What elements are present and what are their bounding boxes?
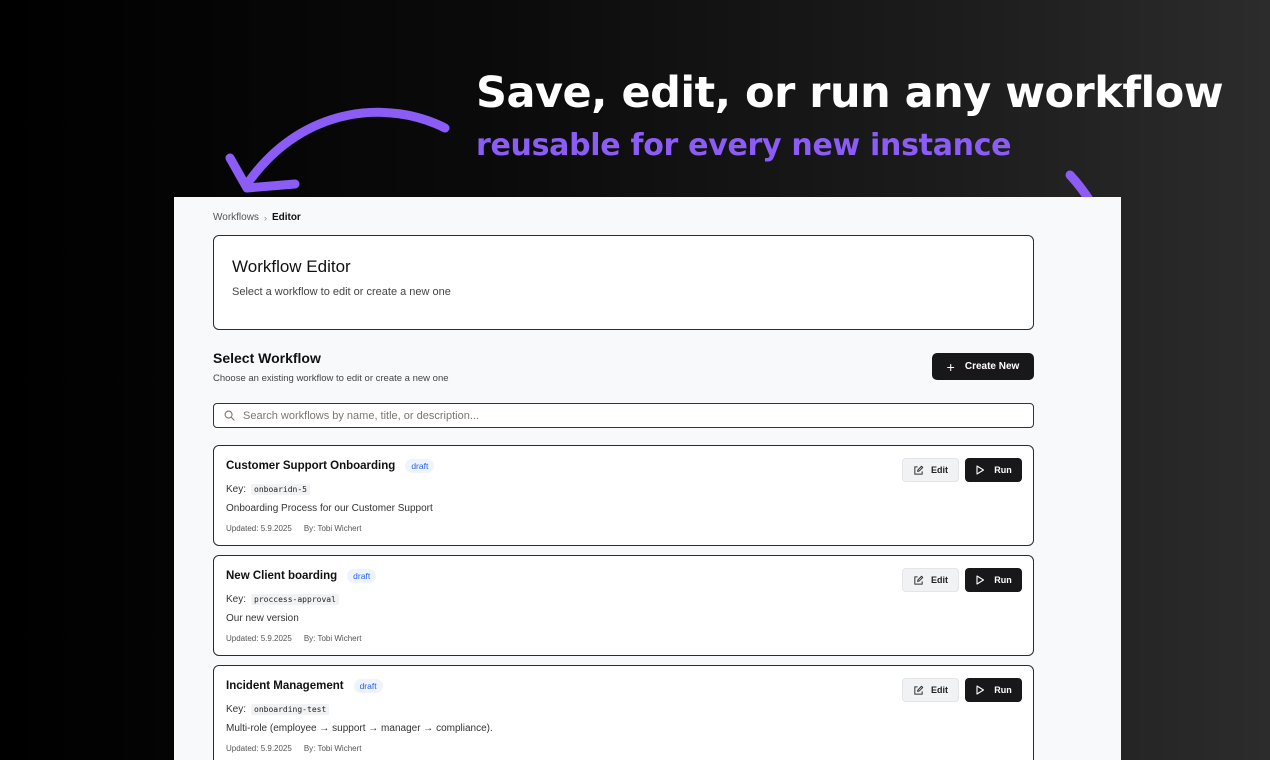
workflow-key: proccess-approval <box>251 594 339 605</box>
workflow-key-row: Key: onboaridn-5 <box>226 484 310 495</box>
edit-label: Edit <box>931 465 948 475</box>
editor-header-card: Workflow Editor Select a workflow to edi… <box>213 235 1034 330</box>
workflow-description: Multi-role (employee → support → manager… <box>226 723 493 734</box>
workflow-meta: Updated: 5.9.2025 By: Tobi Wichert <box>226 634 362 643</box>
plus-icon: + <box>946 358 955 375</box>
workflow-key-row: Key: proccess-approval <box>226 594 339 605</box>
breadcrumb-workflows[interactable]: Workflows <box>213 212 259 223</box>
workflow-updated: Updated: 5.9.2025 <box>226 524 292 533</box>
run-button[interactable]: Run <box>965 568 1022 592</box>
search-input[interactable] <box>243 409 1033 422</box>
workflow-name: Incident Management <box>226 680 344 692</box>
workflow-name: Customer Support Onboarding <box>226 460 396 472</box>
workflow-updated: Updated: 5.9.2025 <box>226 634 292 643</box>
search-icon <box>224 410 235 421</box>
subheadline: reusable for every new instance <box>476 128 1012 163</box>
workflow-card[interactable]: New Client boarding draft Key: proccess-… <box>213 555 1034 656</box>
section-description: Choose an existing workflow to edit or c… <box>213 373 449 384</box>
workflow-name: New Client boarding <box>226 570 338 582</box>
workflow-author: By: Tobi Wichert <box>303 634 362 643</box>
edit-label: Edit <box>931 685 948 695</box>
run-button[interactable]: Run <box>965 458 1022 482</box>
edit-button[interactable]: Edit <box>902 568 959 592</box>
status-badge: draft <box>405 459 435 473</box>
workflow-key-row: Key: onboarding-test <box>226 704 330 715</box>
run-label: Run <box>994 575 1012 585</box>
workflow-description: Our new version <box>226 613 299 624</box>
section-title: Select Workflow <box>213 350 321 366</box>
status-badge: draft <box>347 569 377 583</box>
workflow-author: By: Tobi Wichert <box>303 744 362 753</box>
breadcrumb-current: Editor <box>271 212 301 223</box>
play-icon <box>976 465 985 475</box>
create-new-label: Create New <box>964 361 1020 372</box>
workflow-author: By: Tobi Wichert <box>303 524 362 533</box>
workflow-key-label: Key: <box>226 594 247 605</box>
status-badge: draft <box>353 679 383 693</box>
run-label: Run <box>994 465 1012 475</box>
headline: Save, edit, or run any workflow <box>476 68 1224 118</box>
search-bar[interactable] <box>213 403 1034 428</box>
workflow-updated: Updated: 5.9.2025 <box>226 744 292 753</box>
pencil-square-icon <box>914 465 924 475</box>
pencil-square-icon <box>914 575 924 585</box>
page-title: Workflow Editor <box>232 257 351 276</box>
breadcrumb: Workflows › Editor <box>213 212 301 223</box>
workflow-key: onboaridn-5 <box>251 484 310 495</box>
workflow-key-label: Key: <box>226 704 247 715</box>
workflow-card[interactable]: Customer Support Onboarding draft Key: o… <box>213 445 1034 546</box>
run-label: Run <box>994 685 1012 695</box>
pencil-square-icon <box>914 685 924 695</box>
edit-button[interactable]: Edit <box>902 458 959 482</box>
play-icon <box>976 685 985 695</box>
page-description: Select a workflow to edit or create a ne… <box>232 286 451 298</box>
workflow-meta: Updated: 5.9.2025 By: Tobi Wichert <box>226 524 362 533</box>
app-window: Workflows › Editor Workflow Editor Selec… <box>174 197 1121 760</box>
workflow-description: Onboarding Process for our Customer Supp… <box>226 503 433 514</box>
breadcrumb-separator: › <box>263 212 267 223</box>
workflow-meta: Updated: 5.9.2025 By: Tobi Wichert <box>226 744 362 753</box>
left-arrow-head-icon <box>225 153 300 193</box>
play-icon <box>976 575 985 585</box>
run-button[interactable]: Run <box>965 678 1022 702</box>
edit-label: Edit <box>931 575 948 585</box>
workflow-key: onboarding-test <box>251 704 330 715</box>
workflow-key-label: Key: <box>226 484 247 495</box>
create-new-button[interactable]: + Create New <box>932 353 1034 380</box>
edit-button[interactable]: Edit <box>902 678 959 702</box>
workflow-card[interactable]: Incident Management draft Key: onboardin… <box>213 665 1034 760</box>
left-arrow-icon <box>245 107 450 185</box>
